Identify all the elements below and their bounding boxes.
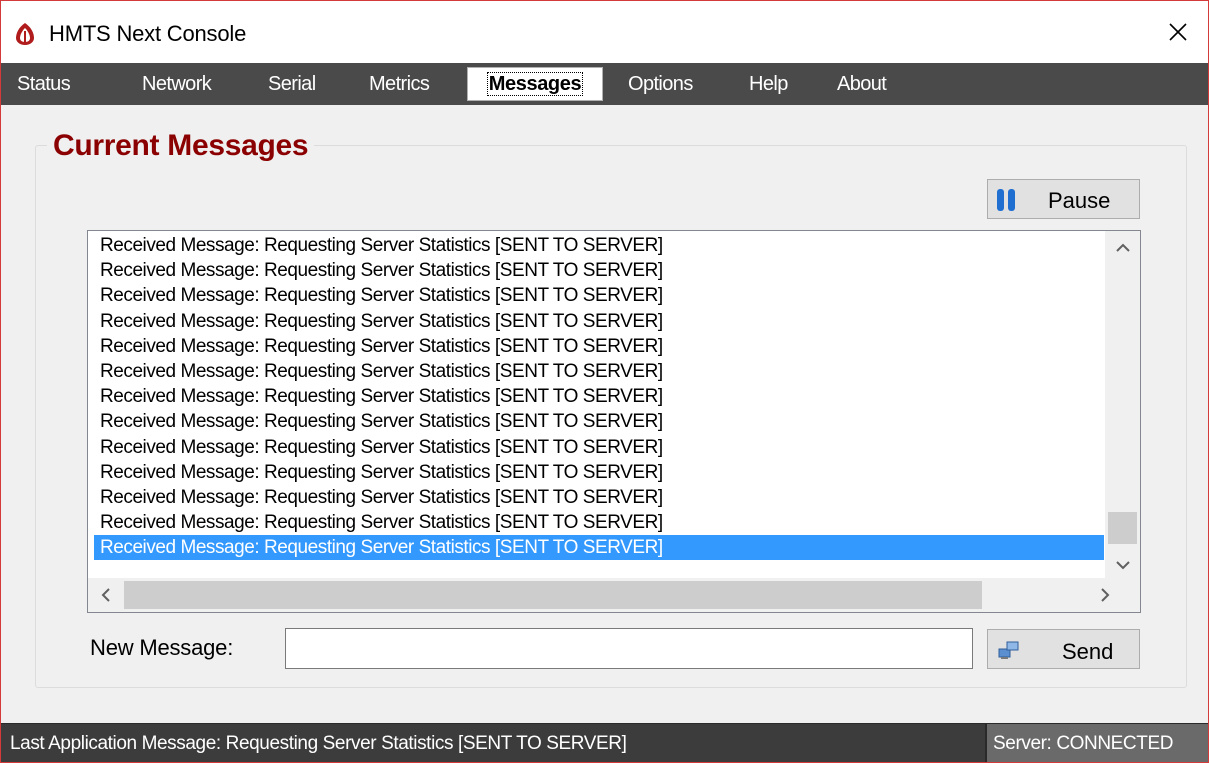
network-send-icon xyxy=(998,641,1019,659)
message-list-item[interactable]: Received Message: Requesting Server Stat… xyxy=(94,359,1104,384)
message-list-item[interactable]: Received Message: Requesting Server Stat… xyxy=(94,460,1104,485)
server-status-text: Server: CONNECTED xyxy=(993,733,1174,754)
vertical-scroll-thumb[interactable] xyxy=(1108,512,1137,544)
title-bar: HMTS Next Console xyxy=(1,1,1208,63)
scroll-down-button[interactable] xyxy=(1105,548,1140,582)
horizontal-scroll-thumb[interactable] xyxy=(124,581,982,609)
message-list-item[interactable]: Received Message: Requesting Server Stat… xyxy=(94,258,1104,283)
message-list-item[interactable]: Received Message: Requesting Server Stat… xyxy=(94,283,1104,308)
status-bar: Last Application Message: Requesting Ser… xyxy=(1,723,1208,762)
last-application-message: Last Application Message: Requesting Ser… xyxy=(10,733,627,754)
horizontal-scrollbar[interactable] xyxy=(88,578,1140,612)
message-list-item[interactable]: Received Message: Requesting Server Stat… xyxy=(94,409,1104,434)
message-list-items: Received Message: Requesting Server Stat… xyxy=(94,233,1104,561)
chevron-up-icon xyxy=(1115,243,1130,252)
message-list-item[interactable]: Received Message: Requesting Server Stat… xyxy=(94,485,1104,510)
vertical-scrollbar[interactable] xyxy=(1105,231,1140,582)
new-message-input[interactable] xyxy=(285,628,973,669)
app-logo-icon xyxy=(16,23,34,45)
pause-button[interactable]: Pause xyxy=(987,179,1140,219)
section-title: Current Messages xyxy=(47,129,315,163)
send-button[interactable]: Send xyxy=(987,629,1140,669)
send-button-label: Send xyxy=(1062,639,1114,664)
message-list-item[interactable]: Received Message: Requesting Server Stat… xyxy=(94,510,1104,535)
menu-item-network[interactable]: Network xyxy=(142,63,212,105)
window-title: HMTS Next Console xyxy=(49,21,247,46)
chevron-down-icon xyxy=(1115,561,1130,570)
scroll-left-button[interactable] xyxy=(88,578,124,612)
menu-item-metrics[interactable]: Metrics xyxy=(369,63,430,105)
menu-item-messages[interactable]: Messages xyxy=(467,67,603,101)
scroll-right-button[interactable] xyxy=(1087,578,1123,612)
message-list-item[interactable]: Received Message: Requesting Server Stat… xyxy=(94,435,1104,460)
menu-item-serial[interactable]: Serial xyxy=(268,63,316,105)
chevron-left-icon xyxy=(101,588,110,602)
message-list-item[interactable]: Received Message: Requesting Server Stat… xyxy=(94,309,1104,334)
new-message-label: New Message: xyxy=(90,635,234,660)
scroll-up-button[interactable] xyxy=(1105,231,1140,265)
menu-item-about[interactable]: About xyxy=(837,63,887,105)
message-list-item[interactable]: Received Message: Requesting Server Stat… xyxy=(94,535,1104,561)
menu-bar: Status Network Serial Metrics Messages O… xyxy=(1,63,1208,105)
server-status-panel: Server: CONNECTED xyxy=(985,724,1208,762)
menu-item-status[interactable]: Status xyxy=(17,63,71,105)
menu-item-messages-label: Messages xyxy=(486,72,584,96)
app-window: HMTS Next Console Status Network Serial … xyxy=(0,0,1209,763)
menu-item-options[interactable]: Options xyxy=(628,63,693,105)
message-list-item[interactable]: Received Message: Requesting Server Stat… xyxy=(94,384,1104,409)
menu-item-help[interactable]: Help xyxy=(749,63,788,105)
pause-icon xyxy=(997,189,1017,211)
close-button[interactable] xyxy=(1148,1,1208,63)
message-list-item[interactable]: Received Message: Requesting Server Stat… xyxy=(94,334,1104,359)
message-list[interactable]: Received Message: Requesting Server Stat… xyxy=(87,230,1141,613)
close-icon xyxy=(1169,23,1187,41)
chevron-right-icon xyxy=(1101,588,1110,602)
pause-button-label: Pause xyxy=(1048,188,1111,213)
message-list-item[interactable]: Received Message: Requesting Server Stat… xyxy=(94,233,1104,258)
